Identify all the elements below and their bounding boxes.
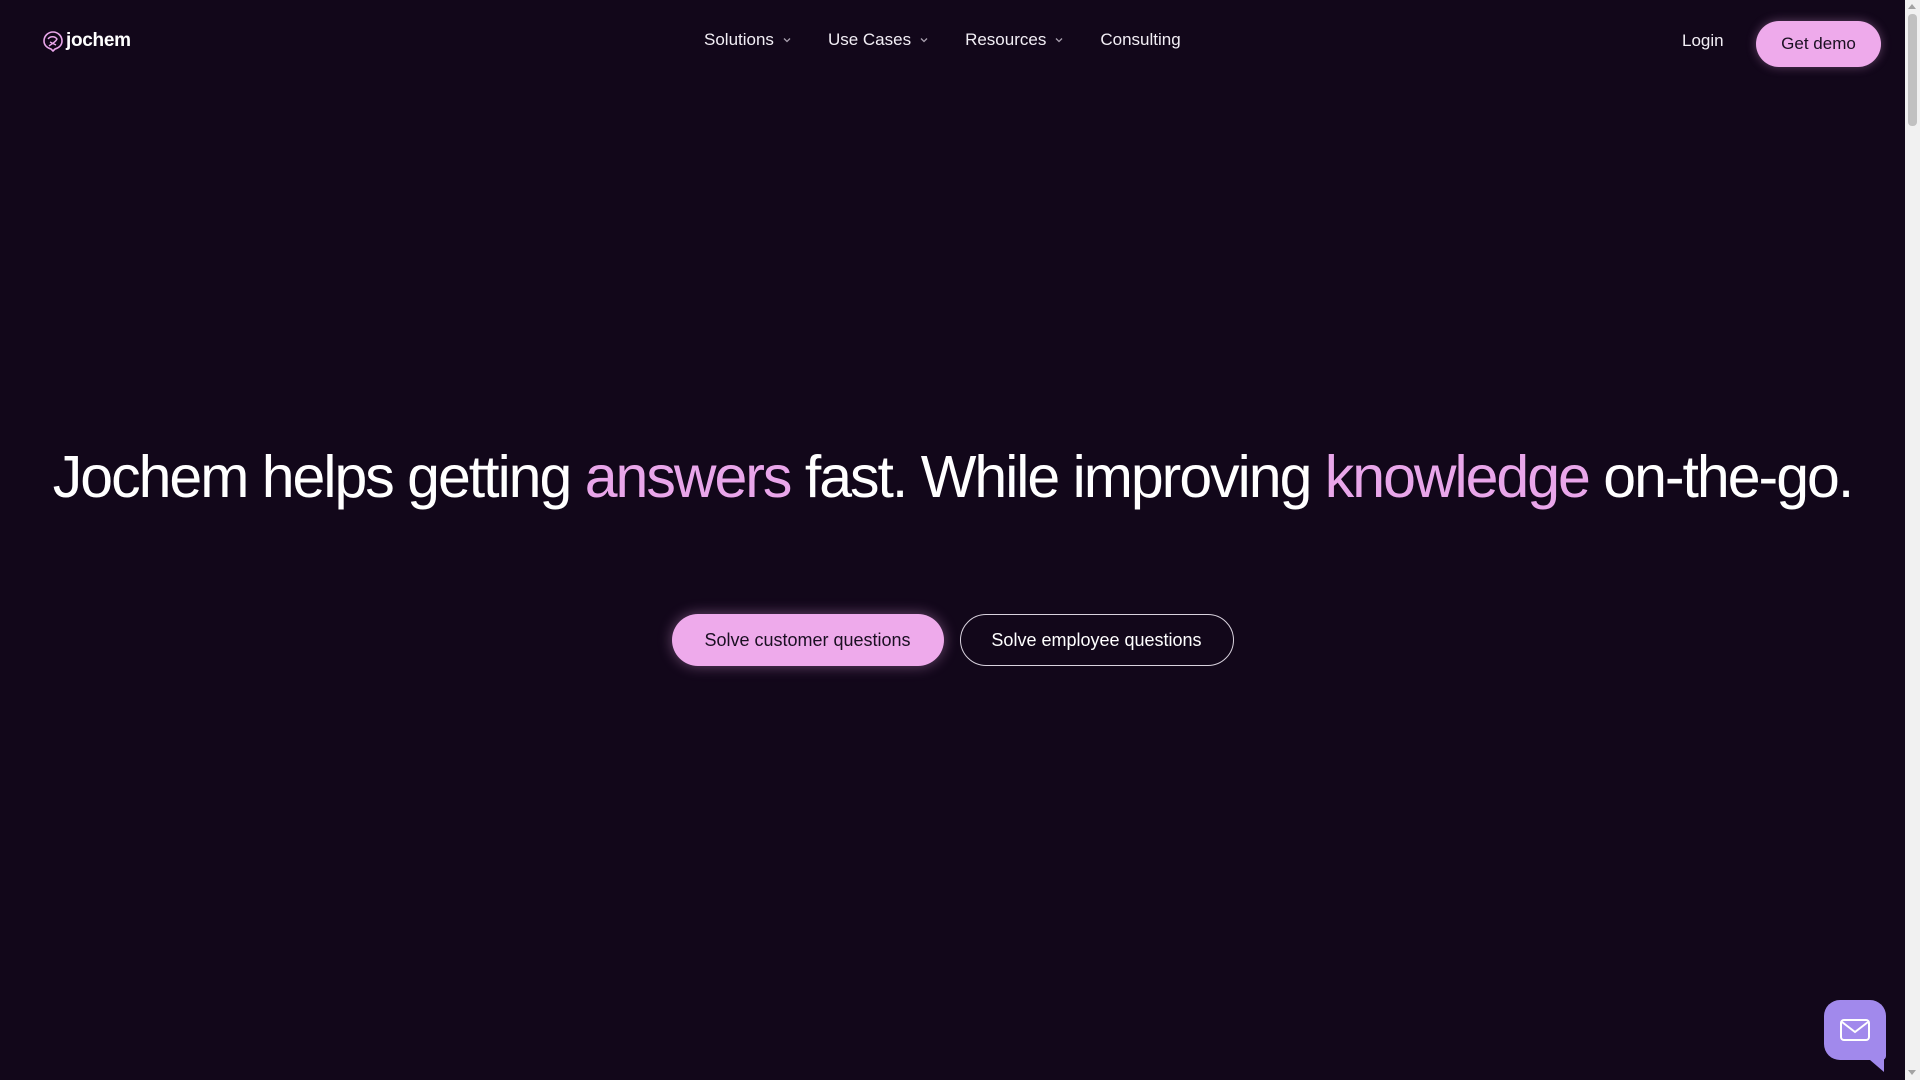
headline-text: fast. While improving	[790, 444, 1325, 510]
top-navigation: jochem Solutions Use Cases Resources Con…	[0, 0, 1905, 88]
menu-item-label: Solutions	[704, 30, 774, 49]
solve-employee-questions-button[interactable]: Solve employee questions	[959, 614, 1234, 666]
menu-item-label: Resources	[965, 30, 1047, 49]
logo-text: jochem	[66, 30, 131, 51]
chevron-down-icon	[783, 38, 791, 43]
logo-link[interactable]: jochem	[42, 30, 131, 52]
headline-text: Jochem helps getting	[52, 444, 585, 510]
mail-icon	[1840, 1019, 1870, 1041]
menu-item-solutions[interactable]: Solutions	[704, 30, 792, 50]
get-demo-button[interactable]: Get demo	[1756, 21, 1881, 67]
menu-item-consulting[interactable]: Consulting	[1100, 30, 1180, 50]
solve-customer-questions-button[interactable]: Solve customer questions	[671, 614, 944, 666]
menu-item-label: Use Cases	[827, 30, 912, 49]
hero-cta-row: Solve customer questions Solve employee …	[0, 614, 1905, 666]
menu-item-use-cases[interactable]: Use Cases	[828, 30, 929, 50]
chevron-down-icon	[1055, 38, 1063, 43]
scroll-up-arrow-icon[interactable]	[1908, 4, 1916, 9]
headline-accent-knowledge: knowledge	[1324, 444, 1591, 510]
headline-accent-answers: answers	[584, 444, 793, 510]
scroll-down-arrow-icon[interactable]	[1908, 1070, 1916, 1075]
menu-item-label: Consulting	[1100, 30, 1181, 49]
page-scrollbar[interactable]	[1905, 0, 1920, 1080]
hero-section: Jochem helps getting answers fast. While…	[0, 445, 1905, 509]
page: jochem Solutions Use Cases Resources Con…	[0, 0, 1905, 1080]
chevron-down-icon	[920, 38, 928, 43]
menu-item-resources[interactable]: Resources	[965, 30, 1064, 50]
logo-icon	[43, 31, 63, 52]
scrollbar-thumb[interactable]	[1908, 14, 1917, 126]
chat-widget-tail	[1856, 1048, 1884, 1072]
login-link[interactable]: Login	[1682, 31, 1724, 51]
headline-text: on-the-go.	[1588, 444, 1854, 510]
main-menu: Solutions Use Cases Resources Consulting	[704, 30, 1217, 50]
hero-headline: Jochem helps getting answers fast. While…	[0, 445, 1905, 509]
